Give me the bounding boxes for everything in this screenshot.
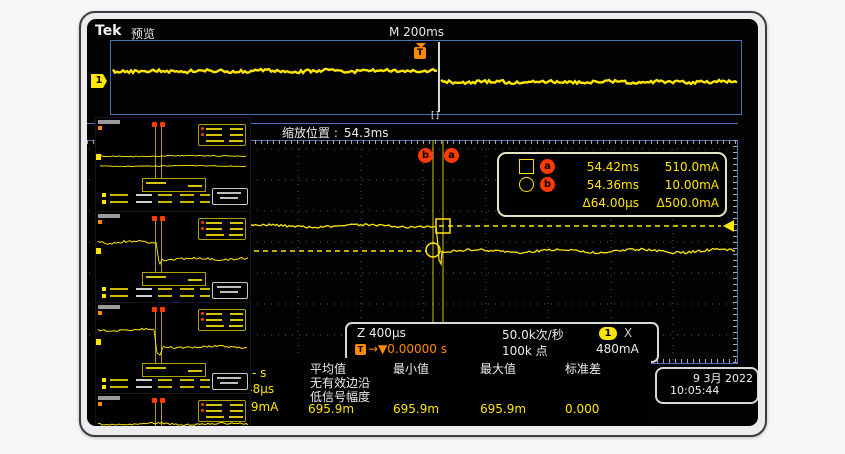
cursor-delta-row: Δ64.00µs Δ500.0mA <box>499 193 725 212</box>
cursor-a-row: a 54.42ms 510.0mA <box>499 157 725 176</box>
zoom-window-line[interactable] <box>438 42 440 112</box>
cursor-a-time: 54.42ms <box>555 160 639 174</box>
meas-value-max: 695.9m <box>480 402 526 416</box>
oscilloscope-screenshot: Tek 预览 M 200ms 1 T [] 缩放位置 :54.3ms b a <box>0 0 845 454</box>
thumb-datetime-box <box>212 373 248 390</box>
tek-logo: Tek <box>95 23 122 39</box>
cursor-b-badge[interactable]: b <box>418 148 433 163</box>
trigger-arrows: →▼ <box>368 342 387 356</box>
scope-screen: Tek 预览 M 200ms 1 T [] 缩放位置 :54.3ms b a <box>87 19 758 426</box>
meas-left-partial-1: - s <box>252 366 266 380</box>
square-marker-icon <box>519 159 534 174</box>
thumb-acq-box <box>142 272 206 286</box>
cursor-a-badge-small: a <box>540 159 555 174</box>
level-arrow-icon <box>723 220 734 232</box>
sample-rate-readout: 50.0k次/秒 <box>502 326 564 343</box>
screenshot-thumbnail-3[interactable] <box>96 303 250 394</box>
circle-marker-icon <box>519 177 534 192</box>
graticule-ruler-right <box>733 140 737 363</box>
channel-suffix: X <box>624 326 632 340</box>
thumb-acq-box <box>142 178 206 192</box>
trigger-pos-value: 0.00000 s <box>387 342 447 356</box>
channel1-badge: 1 <box>599 327 617 340</box>
thumb-datetime-box <box>212 282 248 299</box>
cursor-delta-value: Δ500.0mA <box>639 196 719 210</box>
meas-value-min: 695.9m <box>393 402 439 416</box>
zoom-scale-readout: Z 400µs <box>357 326 406 340</box>
zoom-position-label: 缩放位置 : <box>282 126 338 140</box>
trigger-t-icon: T <box>414 47 426 59</box>
thumb-acq-box <box>142 363 206 377</box>
col-header-min: 最小值 <box>393 360 429 377</box>
datetime-box: 9 3月 2022 10:05:44 <box>655 367 758 404</box>
trigger-position-readout: T →▼ 0.00000 s <box>355 342 447 356</box>
meas-left-partial-3: .9mA <box>247 400 278 414</box>
record-length-readout: 100k 点 <box>502 342 548 359</box>
channel1-marker: 1 <box>91 74 107 88</box>
meas-value-mean: 695.9m <box>308 402 354 416</box>
channel-scale-group: 1 X <box>599 326 632 340</box>
trigger-position-icon: T <box>414 43 427 59</box>
cursor-readout-box: a 54.42ms 510.0mA b 54.36ms 10.00mA Δ64.… <box>497 152 727 217</box>
cursor-b-time: 54.36ms <box>555 178 639 192</box>
screenshot-thumbnail-2[interactable] <box>96 212 250 303</box>
screenshot-thumbnail-4[interactable] <box>96 394 250 426</box>
main-timebase-readout: M 200ms <box>389 25 444 39</box>
cursor-a-badge[interactable]: a <box>444 148 459 163</box>
zoom-window-bracket: [] <box>431 111 440 121</box>
trigger-t-icon-small: T <box>355 344 366 355</box>
col-header-stddev: 标准差 <box>565 360 601 377</box>
cursor-a-value: 510.0mA <box>639 160 719 174</box>
cursor-delta-time: Δ64.00µs <box>553 196 639 210</box>
cursor-b-value: 10.00mA <box>639 178 719 192</box>
col-header-max: 最大值 <box>480 360 516 377</box>
thumb-datetime-box <box>212 188 248 205</box>
cursor-b-badge-small: b <box>540 177 555 192</box>
cursor-b-row: b 54.36ms 10.00mA <box>499 175 725 194</box>
meas-value-stddev: 0.000 <box>565 402 599 416</box>
time-readout: 10:05:44 <box>670 384 719 397</box>
vertical-scale-readout: 480mA <box>596 342 639 356</box>
acquisition-readout-box: Z 400µs 50.0k次/秒 1 X T →▼ 0.00000 s 100k… <box>345 322 659 363</box>
zoom-position-value: 54.3ms <box>344 126 389 140</box>
screenshot-thumbnail-1[interactable] <box>96 118 250 212</box>
zoom-position-readout: 缩放位置 : 54.3ms <box>282 124 389 141</box>
